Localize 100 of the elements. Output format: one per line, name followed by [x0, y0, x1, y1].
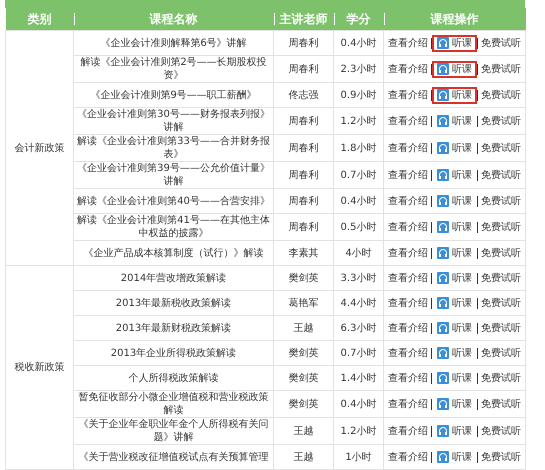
headphones-icon — [437, 347, 449, 359]
course-name: 2013年企业所得税政策解读 — [110, 348, 236, 358]
credit-hours: 1.4小时 — [340, 372, 376, 384]
headphones-icon — [437, 247, 449, 259]
teacher-name: 樊剑英 — [288, 372, 318, 384]
teacher-name: 李素其 — [288, 248, 318, 258]
listen-link[interactable]: 听课 — [432, 60, 477, 78]
view-intro-link[interactable]: 查看介绍 — [385, 296, 431, 310]
column-header: 课程操作 — [430, 10, 478, 28]
view-intro-link[interactable]: 查看介绍 — [385, 246, 431, 260]
course-name: 《关于企业年金职业年金个人所得税有关问题》讲解 — [78, 419, 268, 443]
listen-link[interactable]: 听课 — [432, 192, 477, 210]
headphones-icon — [437, 451, 449, 463]
listen-link[interactable]: 听课 — [432, 344, 477, 362]
credit-hours: 1.2小时 — [340, 116, 376, 126]
course-name: 解读《企业会计准则第41号——在其他主体中权益的披露》 — [77, 215, 270, 239]
category-label: 会计新政策 — [14, 142, 64, 154]
view-intro-link[interactable]: 查看介绍 — [385, 424, 431, 438]
course-name: 个人所得税政策解读 — [128, 372, 218, 384]
free-trial-link[interactable]: 免费试听 — [478, 142, 524, 154]
free-trial-link[interactable]: 免费试听 — [478, 114, 524, 128]
free-trial-link[interactable]: 免费试听 — [478, 450, 524, 464]
listen-link[interactable]: 听课 — [432, 370, 477, 386]
headphones-icon — [437, 142, 449, 154]
headphones-icon — [437, 398, 449, 410]
view-intro-link[interactable]: 查看介绍 — [385, 272, 431, 284]
credit-hours: 6.3小时 — [340, 322, 376, 334]
headphones-icon — [437, 195, 449, 207]
course-name: 《关于营业税改征增值税试点有关预算管理 — [78, 452, 268, 462]
view-intro-link[interactable]: 查看介绍 — [385, 114, 431, 128]
free-trial-link[interactable]: 免费试听 — [478, 168, 524, 182]
listen-link[interactable]: 听课 — [432, 294, 477, 312]
teacher-name: 葛艳军 — [288, 298, 318, 308]
column-header: 类别 — [28, 10, 52, 28]
teacher-name: 周春利 — [288, 116, 318, 126]
listen-link[interactable]: 听课 — [432, 112, 477, 130]
view-intro-link[interactable]: 查看介绍 — [385, 398, 431, 410]
free-trial-link[interactable]: 免费试听 — [478, 322, 524, 334]
course-name: 《企业会计准则第9号——职工薪酬》 — [90, 90, 257, 100]
listen-link[interactable]: 听课 — [432, 270, 477, 286]
credit-hours: 0.4小时 — [340, 398, 376, 410]
view-intro-link[interactable]: 查看介绍 — [385, 450, 431, 464]
course-name: 暂免征收部分小微企业增值税和营业税政策解读 — [78, 392, 268, 416]
free-trial-link[interactable]: 免费试听 — [478, 296, 524, 310]
view-intro-link[interactable]: 查看介绍 — [385, 62, 431, 76]
free-trial-link[interactable]: 免费试听 — [478, 220, 524, 234]
teacher-name: 周春利 — [288, 64, 318, 74]
view-intro-link[interactable]: 查看介绍 — [385, 168, 431, 182]
free-trial-link[interactable]: 免费试听 — [478, 398, 524, 410]
course-name: 《企业产品成本核算制度（试行）》解读 — [84, 248, 264, 258]
column-header: 学分 — [346, 10, 370, 28]
free-trial-link[interactable]: 免费试听 — [478, 424, 524, 438]
view-intro-link[interactable]: 查看介绍 — [385, 142, 431, 154]
free-trial-link[interactable]: 免费试听 — [478, 62, 524, 76]
course-name: 《企业会计准则第30号——财务报表列报》讲解 — [77, 109, 270, 133]
credit-hours: 4.4小时 — [340, 298, 376, 308]
listen-link[interactable]: 听课 — [432, 218, 477, 236]
listen-link[interactable]: 听课 — [432, 166, 477, 184]
credit-hours: 0.7小时 — [340, 348, 376, 358]
listen-link[interactable]: 听课 — [432, 86, 477, 104]
view-intro-link[interactable]: 查看介绍 — [385, 220, 431, 234]
listen-link[interactable]: 听课 — [432, 448, 477, 466]
listen-link[interactable]: 听课 — [432, 320, 477, 336]
teacher-name: 周春利 — [288, 170, 318, 180]
view-intro-link[interactable]: 查看介绍 — [385, 346, 431, 360]
headphones-icon — [437, 221, 449, 233]
credit-hours: 1.8小时 — [340, 142, 376, 154]
view-intro-link[interactable]: 查看介绍 — [385, 372, 431, 384]
credit-hours: 1.2小时 — [340, 426, 376, 436]
teacher-name: 周春利 — [288, 222, 318, 232]
teacher-name: 王越 — [294, 426, 314, 436]
headphones-icon — [437, 37, 449, 49]
free-trial-link[interactable]: 免费试听 — [478, 246, 524, 260]
course-name: 解读《企业会计准则第40号——合营安排》 — [77, 196, 270, 206]
free-trial-link[interactable]: 免费试听 — [478, 372, 524, 384]
headphones-icon — [437, 63, 449, 75]
view-intro-link[interactable]: 查看介绍 — [385, 36, 431, 50]
listen-link[interactable]: 听课 — [432, 244, 477, 262]
listen-link[interactable]: 听课 — [432, 422, 477, 440]
course-name: 2014年营改增政策解读 — [120, 272, 226, 284]
view-intro-link[interactable]: 查看介绍 — [385, 322, 431, 334]
listen-link[interactable]: 听课 — [432, 34, 477, 52]
course-name: 解读《企业会计准则第2号——长期股权投资》 — [80, 57, 267, 81]
free-trial-link[interactable]: 免费试听 — [478, 36, 524, 50]
category-label: 税收新政策 — [14, 362, 64, 373]
credit-hours: 0.7小时 — [340, 170, 376, 180]
credit-hours: 3.3小时 — [340, 272, 376, 284]
free-trial-link[interactable]: 免费试听 — [478, 194, 524, 208]
listen-link[interactable]: 听课 — [432, 140, 477, 156]
credit-hours: 4小时 — [345, 248, 372, 258]
listen-link[interactable]: 听课 — [432, 396, 477, 412]
free-trial-link[interactable]: 免费试听 — [478, 346, 524, 360]
headphones-icon — [437, 322, 449, 334]
free-trial-link[interactable]: 免费试听 — [478, 272, 524, 284]
teacher-name: 王越 — [294, 452, 314, 462]
credit-hours: 0.5小时 — [340, 222, 376, 232]
free-trial-link[interactable]: 免费试听 — [478, 88, 524, 102]
view-intro-link[interactable]: 查看介绍 — [385, 194, 431, 208]
teacher-name: 周春利 — [288, 196, 318, 206]
view-intro-link[interactable]: 查看介绍 — [385, 88, 431, 102]
